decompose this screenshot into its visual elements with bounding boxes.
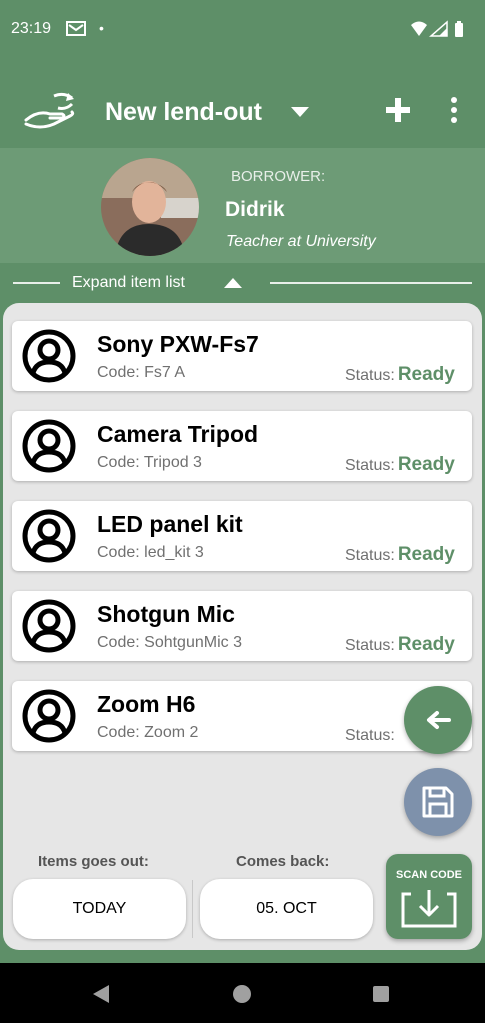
save-icon <box>422 786 454 818</box>
back-button[interactable] <box>404 686 472 754</box>
nav-home-icon[interactable] <box>233 985 251 1003</box>
expand-item-list[interactable]: Expand item list <box>0 263 485 303</box>
status-time: 23:19 <box>11 20 52 37</box>
item-code: Code: Tripod 3 <box>97 454 202 471</box>
item-card[interactable]: LED panel kit Code: led_kit 3 Status: Rea… <box>12 501 472 571</box>
user-avatar-icon <box>22 419 76 473</box>
borrower-name: Didrik <box>225 198 285 221</box>
system-status-icons <box>411 20 463 37</box>
item-card[interactable]: Camera Tripod Code: Tripod 3 Status: Read… <box>12 411 472 481</box>
back-arrow-icon <box>427 711 451 729</box>
borrower-label: BORROWER: <box>231 168 326 185</box>
nav-back-icon[interactable] <box>92 984 110 1004</box>
item-name: Shotgun Mic <box>97 601 235 627</box>
borrower-avatar[interactable] <box>101 158 199 256</box>
item-status-value: Ready <box>397 454 455 475</box>
user-avatar-icon <box>22 689 76 743</box>
item-status-label: Status: <box>345 457 395 474</box>
item-status-value: Ready <box>397 634 455 655</box>
item-code: Code: led_kit 3 <box>97 544 204 561</box>
scan-code-label: SCAN CODE <box>395 869 462 881</box>
item-code: Code: Fs7 A <box>97 364 186 381</box>
item-status: Status: <box>345 724 398 746</box>
item-status-label: Status: <box>345 367 395 384</box>
avatar-photo <box>101 158 199 256</box>
page-title: New lend-out <box>105 98 262 126</box>
notification-dot: • <box>99 20 104 36</box>
item-code: Code: SohtgunMic 3 <box>97 634 242 651</box>
item-status-value: Ready <box>397 544 455 565</box>
dropdown-icon[interactable] <box>290 106 310 118</box>
lend-logo-icon <box>24 92 75 129</box>
item-status: Status: Ready <box>345 634 455 656</box>
item-card[interactable]: Shotgun Mic Code: SohtgunMic 3 Status: Re… <box>12 591 472 661</box>
item-status-value: Ready <box>397 364 455 385</box>
item-status: Status: Ready <box>345 544 455 566</box>
divider <box>192 880 193 938</box>
system-nav-bar <box>0 963 485 1023</box>
item-code: Code: Zoom 2 <box>97 724 199 741</box>
chevron-up-icon[interactable] <box>223 277 243 289</box>
item-status: Status: Ready <box>345 364 455 386</box>
wifi-icon <box>411 21 427 36</box>
item-name: LED panel kit <box>97 511 243 537</box>
save-button[interactable] <box>404 768 472 836</box>
status-bar: 23:19 • <box>0 0 485 62</box>
borrower-role: Teacher at University <box>226 233 376 250</box>
item-status-label: Status: <box>345 547 395 564</box>
expand-label: Expand item list <box>72 274 185 291</box>
item-name: Sony PXW-Fs7 <box>97 331 259 357</box>
app-bar: New lend-out <box>0 62 485 148</box>
scan-code-button[interactable]: SCAN CODE <box>386 854 472 939</box>
out-date-button[interactable]: TODAY <box>13 879 186 939</box>
item-status-label: Status: <box>345 727 395 744</box>
mail-icon <box>66 21 86 36</box>
user-avatar-icon <box>22 329 76 383</box>
scan-download-icon <box>401 890 457 928</box>
item-name: Camera Tripod <box>97 421 259 447</box>
item-card[interactable]: Sony PXW-Fs7 Code: Fs7 A Status: Ready <box>12 321 472 391</box>
items-out-label: Items goes out: <box>38 853 149 870</box>
more-icon[interactable] <box>444 96 464 124</box>
item-status-label: Status: <box>345 637 395 654</box>
user-avatar-icon <box>22 509 76 563</box>
comes-back-label: Comes back: <box>236 853 330 870</box>
borrower-header[interactable]: BORROWER: Didrik Teacher at University <box>0 148 485 263</box>
item-card[interactable]: Zoom H6 Code: Zoom 2 Status: <box>12 681 472 751</box>
add-icon[interactable] <box>384 96 412 124</box>
battery-icon <box>455 23 463 37</box>
divider <box>13 282 60 284</box>
item-name: Zoom H6 <box>97 691 196 717</box>
nav-recent-icon[interactable] <box>373 986 389 1002</box>
user-avatar-icon <box>22 599 76 653</box>
item-status: Status: Ready <box>345 454 455 476</box>
divider <box>270 282 472 284</box>
return-date-button[interactable]: 05. OCT <box>200 879 373 939</box>
